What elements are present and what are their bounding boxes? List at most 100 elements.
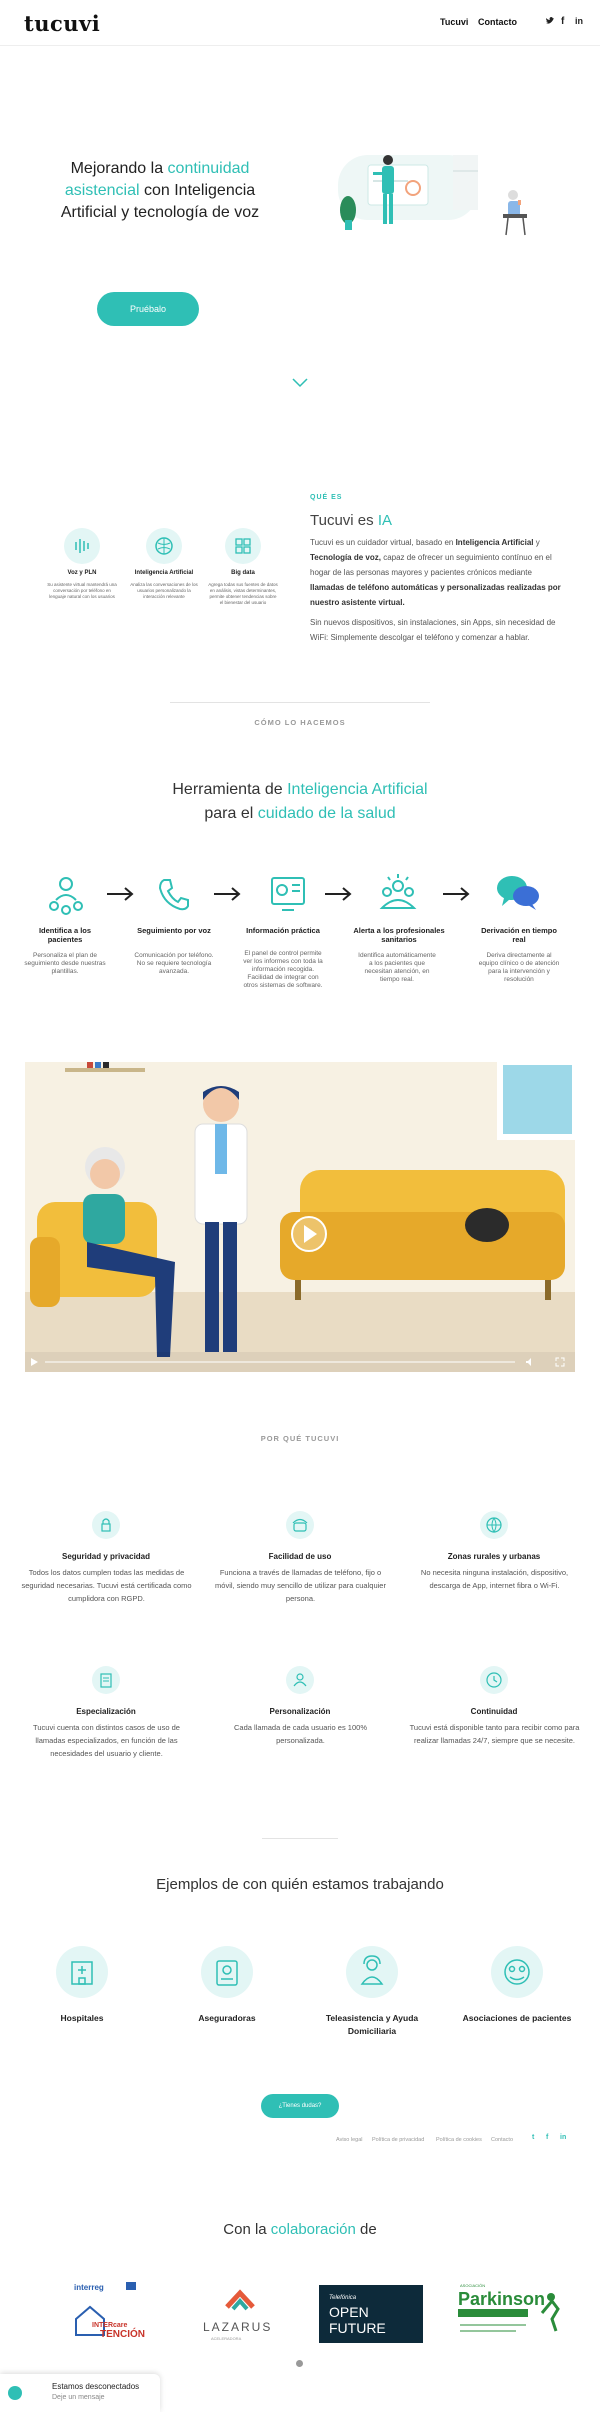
step-text: Deriva directamente al equipo clínico o … <box>478 952 560 983</box>
voice-wave-icon <box>64 528 100 564</box>
step-title: Seguimiento por voz <box>137 926 211 935</box>
section-label-por-que: POR QUÉ TUCUVI <box>260 1434 340 1443</box>
arrow-right-icon <box>214 887 241 901</box>
video-progress-bar[interactable] <box>45 1361 515 1363</box>
logo-lazarus[interactable]: LAZARUS ACELERADORA <box>183 2279 297 2349</box>
pruebalo-button[interactable]: Pruébalo <box>97 292 199 326</box>
nav-link-contacto[interactable]: Contacto <box>478 17 517 27</box>
brain-icon <box>146 528 182 564</box>
svg-text:INTERcare: INTERcare <box>92 2322 128 2329</box>
step-title: Información práctica <box>246 926 320 935</box>
que-es-paragraph-1: Tucuvi es un cuidador virtual, basado en… <box>310 538 561 607</box>
section-label-que-es: QUÉ ES <box>310 494 343 501</box>
arrow-right-icon <box>325 887 352 901</box>
why-text: Tucuvi está disponible tanto para recibi… <box>409 1723 580 1745</box>
globe-icon <box>480 1511 508 1539</box>
example-label: Asociaciones de pacientes <box>462 2013 572 2023</box>
why-text: Cada llamada de cada usuario es 100% per… <box>233 1723 367 1745</box>
tienes-dudas-button[interactable]: ¿Tienes dudas? <box>261 2094 339 2118</box>
lock-icon <box>92 1511 120 1539</box>
section-label-como: CÓMO LO HACEMOS <box>254 718 346 727</box>
svg-text:ASOCIACIÓN: ASOCIACIÓN <box>460 2283 485 2288</box>
svg-text:interreg: interreg <box>74 2283 104 2292</box>
svg-text:ACELERADORA: ACELERADORA <box>211 2336 242 2341</box>
chat-subtext: Deje un mensaje <box>52 2394 105 2401</box>
logo-parkinson[interactable]: ASOCIACIÓN Parkinson <box>456 2279 570 2349</box>
svg-text:LAZARUS: LAZARUS <box>203 2320 272 2334</box>
fullscreen-icon[interactable] <box>555 1357 565 1367</box>
twitter-icon[interactable] <box>545 16 555 28</box>
clock-icon <box>480 1666 508 1694</box>
hero-illustration <box>318 140 568 260</box>
twitter-icon[interactable]: t <box>532 2134 534 2141</box>
personalization-icon <box>286 1666 314 1694</box>
colaboracion-title: Con la colaboración de <box>223 2221 377 2238</box>
why-title: Seguridad y privacidad <box>61 1552 151 1561</box>
nav-link-tucuvi[interactable]: Tucuvi <box>440 17 468 27</box>
site-header: tucuvi Tucuvi Contacto f in <box>0 0 600 46</box>
telephone-icon <box>286 1511 314 1539</box>
logo-interreg[interactable]: interreg INTERcare TENCIÓN <box>46 2279 160 2349</box>
big-data-icon <box>225 528 261 564</box>
feature-title: Inteligencia Artificial <box>134 570 194 576</box>
clipboard-icon <box>92 1666 120 1694</box>
feature-text: Agrega todas sus fuentes de datos en aná… <box>208 582 278 605</box>
linkedin-icon[interactable]: in <box>560 2134 566 2141</box>
dashboard-icon <box>266 872 310 916</box>
logo-open-future[interactable]: Telefónica OPEN FUTURE <box>317 2279 431 2349</box>
chat-widget[interactable]: Estamos desconectados Deje un mensaje <box>0 2374 160 2412</box>
insurance-icon <box>201 1946 253 1998</box>
why-text: Funciona a través de llamadas de teléfon… <box>215 1568 386 1603</box>
why-title: Zonas rurales y urbanas <box>447 1552 541 1561</box>
hospital-icon <box>56 1946 108 1998</box>
video-frame <box>25 1062 575 1372</box>
facebook-icon[interactable]: f <box>546 2134 548 2141</box>
feature-text: Analiza las conversaciones de los usuari… <box>130 582 198 599</box>
footer-link-privacidad[interactable]: Política de privacidad <box>372 2137 424 2143</box>
chat-bubbles-icon <box>494 872 542 916</box>
carousel-dot[interactable] <box>296 2360 303 2367</box>
step-title: Alerta a los profesionales sanitarios <box>353 926 445 944</box>
footer-link-aviso-legal[interactable]: Aviso legal <box>336 2137 363 2143</box>
patients-icon <box>44 872 88 916</box>
step-title: Derivación en tiempo real <box>481 926 557 944</box>
svg-text:Telefónica: Telefónica <box>329 2295 357 2301</box>
arrow-right-icon <box>107 887 134 901</box>
logo[interactable]: tucuvi <box>24 11 100 36</box>
que-es-paragraph-2: Sin nuevos dispositivos, sin instalacion… <box>310 618 556 642</box>
chat-status: Estamos desconectados <box>52 2382 140 2391</box>
footer-link-cookies[interactable]: Política de cookies <box>436 2137 482 2143</box>
hero-title: Mejorando la continuidad asistencial con… <box>60 160 260 221</box>
herramienta-heading-line1: Herramienta de Inteligencia Artificial <box>172 781 428 798</box>
why-text: Tucuvi cuenta con distintos casos de uso… <box>33 1723 180 1758</box>
que-es-title: Tucuvi es IA <box>310 512 392 529</box>
divider <box>170 702 430 703</box>
why-text: No necesita ninguna instalación, disposi… <box>420 1568 569 1590</box>
step-title: Identifica a los pacientes <box>38 926 92 944</box>
step-text: Personaliza el plan de seguimiento desde… <box>24 952 106 975</box>
svg-text:TENCIÓN: TENCIÓN <box>100 2327 145 2340</box>
step-text: Comunicación por teléfono. No se requier… <box>134 952 214 975</box>
chat-icon[interactable] <box>8 2386 22 2400</box>
volume-icon[interactable] <box>525 1357 535 1367</box>
phone-icon <box>152 872 196 916</box>
example-label: Aseguradoras <box>198 2013 256 2023</box>
telecare-icon <box>346 1946 398 1998</box>
facebook-icon[interactable]: f <box>561 16 564 27</box>
svg-text:FUTURE: FUTURE <box>329 2320 386 2336</box>
linkedin-icon[interactable]: in <box>575 16 583 26</box>
feature-title: Voz y PLN <box>67 570 97 576</box>
divider <box>262 1838 338 1839</box>
example-label: Hospitales <box>60 2013 104 2023</box>
herramienta-heading-line2: para el cuidado de la salud <box>204 805 396 822</box>
video-player[interactable] <box>25 1062 575 1372</box>
arrow-right-icon <box>443 887 470 901</box>
why-title: Facilidad de uso <box>268 1552 332 1561</box>
why-title: Personalización <box>269 1707 331 1716</box>
step-text: Identifica automáticamente a los pacient… <box>358 952 436 983</box>
svg-text:Parkinson: Parkinson <box>458 2289 545 2309</box>
play-icon[interactable] <box>29 1357 39 1367</box>
example-label: Teleasistencia y Ayuda Domiciliaria <box>325 2013 419 2036</box>
footer-link-contacto[interactable]: Contacto <box>491 2137 513 2143</box>
chevron-down-icon[interactable] <box>291 374 309 392</box>
